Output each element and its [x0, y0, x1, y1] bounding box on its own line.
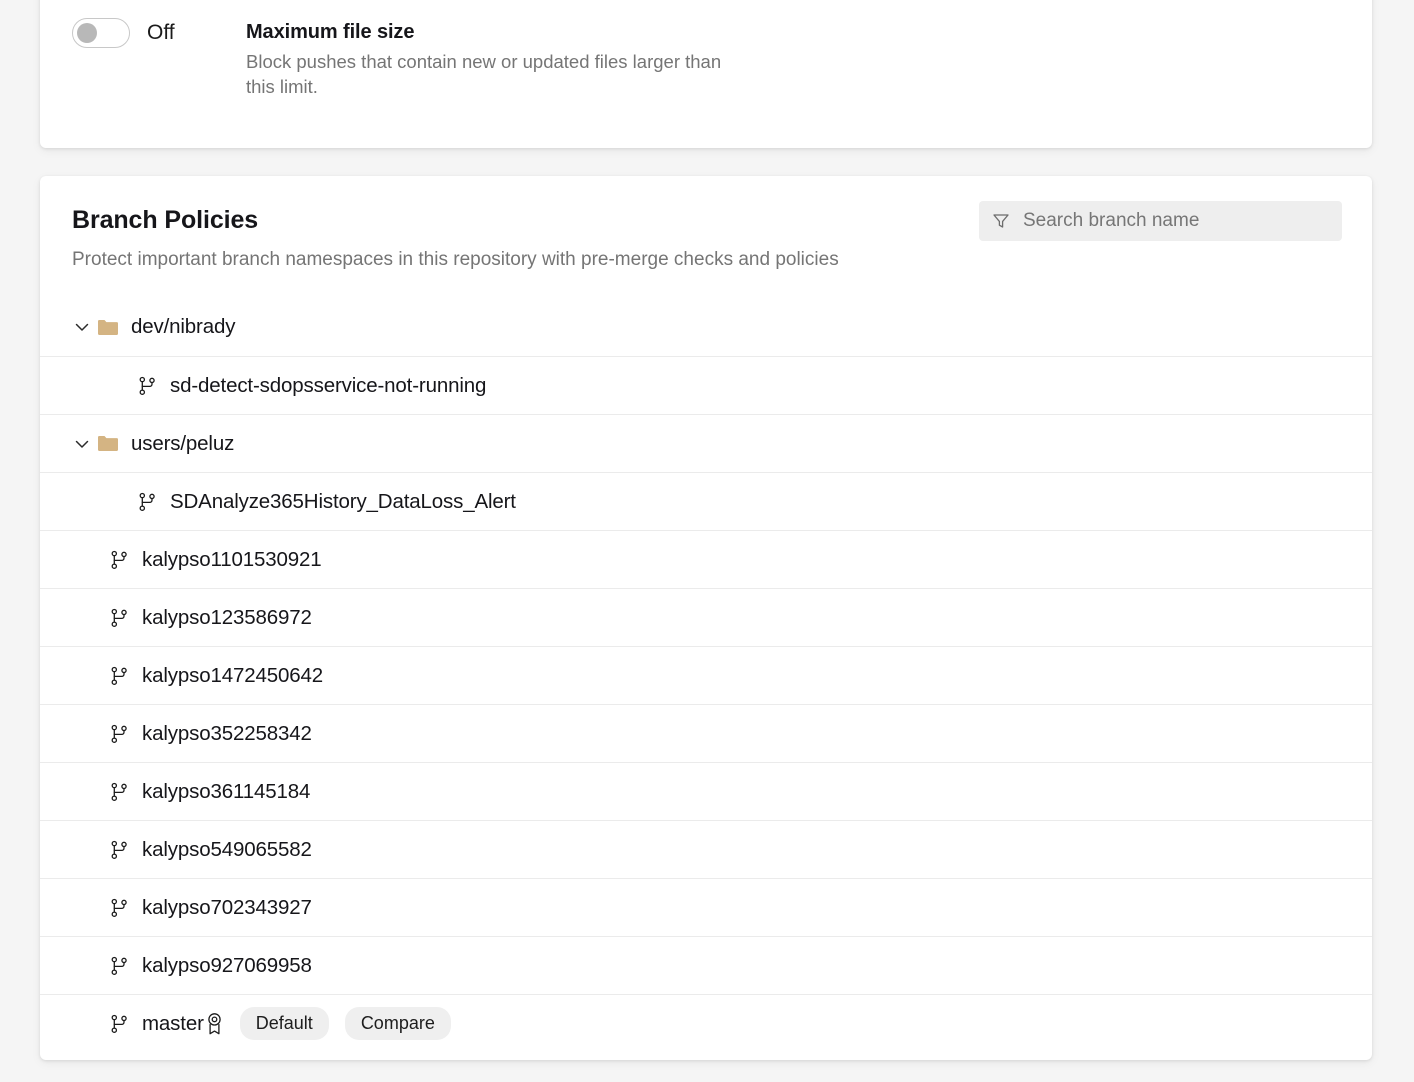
chevron-down-icon[interactable]: [71, 433, 97, 455]
branch-row[interactable]: kalypso549065582: [40, 820, 1372, 878]
git-branch-icon: [136, 375, 158, 397]
git-branch-icon: [108, 897, 130, 919]
row-label: kalypso702343927: [142, 895, 312, 921]
settings-page: Off Maximum file size Block pushes that …: [0, 0, 1414, 1082]
git-branch-icon: [108, 549, 130, 571]
maximum-file-size-title: Maximum file size: [246, 19, 726, 45]
maximum-file-size-setting: Off Maximum file size Block pushes that …: [40, 18, 1372, 99]
row-label: kalypso352258342: [142, 721, 312, 747]
row-label: sd-detect-sdopsservice-not-running: [170, 373, 486, 399]
row-label: master: [142, 1011, 204, 1037]
maximum-file-size-toggle[interactable]: [72, 18, 130, 48]
branch-folder-row[interactable]: dev/nibrady: [40, 298, 1372, 356]
branch-folder-row[interactable]: users/peluz: [40, 414, 1372, 472]
medal-ribbon-icon: [205, 1012, 224, 1036]
row-label: kalypso927069958: [142, 953, 312, 979]
maximum-file-size-description: Block pushes that contain new or updated…: [246, 50, 726, 99]
maximum-file-size-toggle-group: Off: [40, 18, 246, 48]
branch-policies-list: dev/nibrady sd-detect-sdopsservice-not-ru…: [40, 298, 1372, 1052]
badge-default[interactable]: Default: [240, 1007, 329, 1040]
branch-row[interactable]: kalypso927069958: [40, 936, 1372, 994]
branch-row[interactable]: kalypso123586972: [40, 588, 1372, 646]
branch-row[interactable]: sd-detect-sdopsservice-not-running: [40, 356, 1372, 414]
row-label: kalypso361145184: [142, 779, 310, 805]
toggle-knob: [77, 23, 97, 43]
branch-row[interactable]: kalypso1101530921: [40, 530, 1372, 588]
branch-search-box[interactable]: [979, 201, 1342, 241]
chevron-down-icon[interactable]: [71, 316, 97, 338]
branch-row[interactable]: master Default Compare: [40, 994, 1372, 1052]
git-branch-icon: [108, 839, 130, 861]
git-branch-icon: [136, 491, 158, 513]
branch-row[interactable]: kalypso361145184: [40, 762, 1372, 820]
toggle-state-label: Off: [147, 18, 175, 48]
row-label: kalypso1472450642: [142, 663, 323, 689]
folder-icon: [97, 318, 119, 337]
row-label: dev/nibrady: [131, 314, 235, 340]
maximum-file-size-text: Maximum file size Block pushes that cont…: [246, 18, 726, 99]
maximum-file-size-card: Off Maximum file size Block pushes that …: [40, 0, 1372, 148]
row-label: kalypso1101530921: [142, 547, 321, 573]
git-branch-icon: [108, 607, 130, 629]
row-label: SDAnalyze365History_DataLoss_Alert: [170, 489, 516, 515]
row-label: users/peluz: [131, 431, 234, 457]
branch-policies-header: Branch Policies Protect important branch…: [40, 176, 1372, 298]
branch-policies-card: Branch Policies Protect important branch…: [40, 176, 1372, 1060]
git-branch-icon: [108, 955, 130, 977]
filter-funnel-icon: [991, 211, 1011, 231]
branch-row[interactable]: kalypso1472450642: [40, 646, 1372, 704]
git-branch-icon: [108, 781, 130, 803]
git-branch-icon: [108, 665, 130, 687]
branch-search-input[interactable]: [1023, 209, 1330, 233]
branch-policies-subtitle: Protect important branch namespaces in t…: [72, 247, 1340, 272]
git-branch-icon: [108, 723, 130, 745]
row-label: kalypso123586972: [142, 605, 312, 631]
badge-compare[interactable]: Compare: [345, 1007, 451, 1040]
branch-row[interactable]: kalypso702343927: [40, 878, 1372, 936]
folder-icon: [97, 434, 119, 453]
git-branch-icon: [108, 1013, 130, 1035]
row-label: kalypso549065582: [142, 837, 312, 863]
branch-row[interactable]: kalypso352258342: [40, 704, 1372, 762]
branch-row[interactable]: SDAnalyze365History_DataLoss_Alert: [40, 472, 1372, 530]
